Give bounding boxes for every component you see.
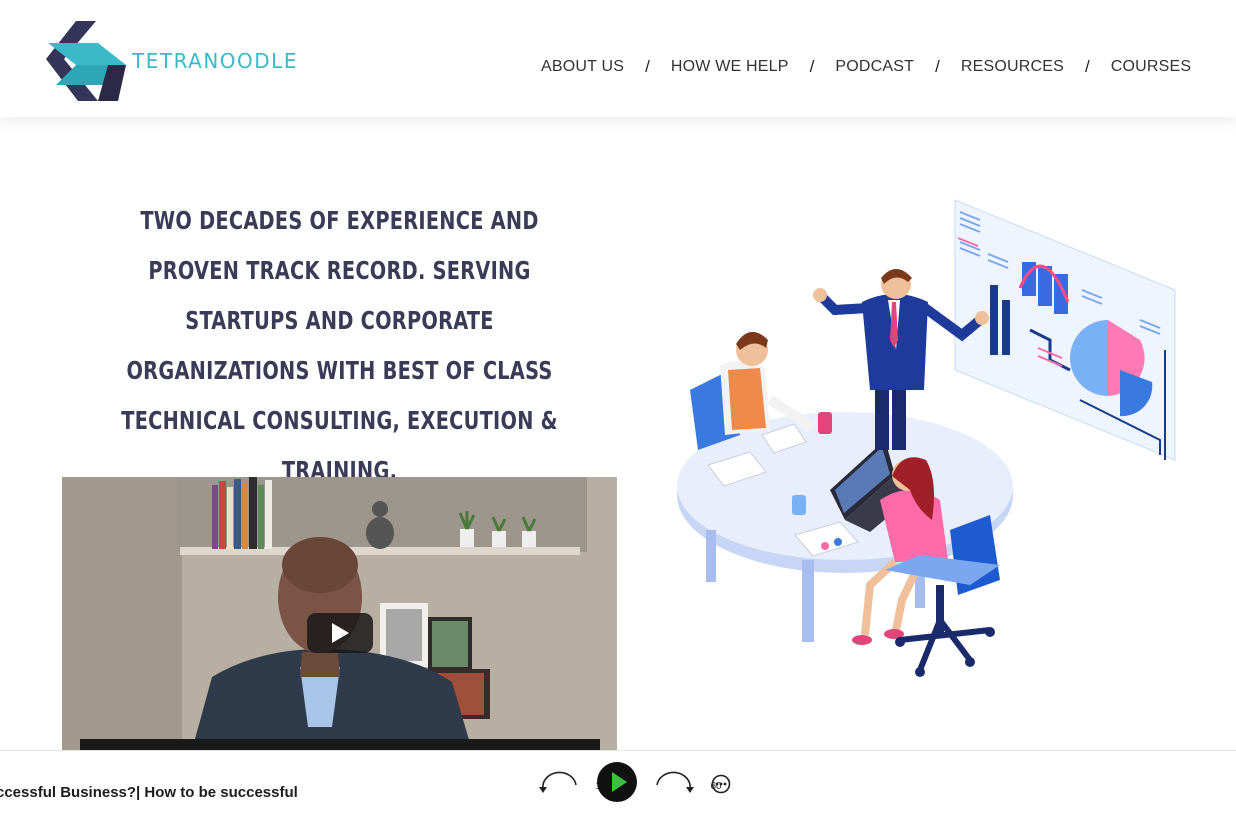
brand-name: TETRANOODLE — [132, 49, 298, 73]
nav-resources[interactable]: RESOURCES — [961, 58, 1064, 76]
nav-podcast[interactable]: PODCAST — [835, 58, 914, 76]
main-nav: ABOUT US / HOW WE HELP / PODCAST / RESOU… — [541, 57, 1191, 77]
nav-separator: / — [1084, 57, 1090, 76]
video-play-button[interactable] — [307, 613, 373, 653]
tetranoodle-logo-icon — [46, 21, 126, 101]
nav-separator: / — [645, 57, 650, 76]
forward-icon — [656, 771, 694, 793]
forward-button[interactable]: 60 — [653, 769, 722, 799]
nav-how-we-help[interactable]: HOW WE HELP — [671, 58, 789, 76]
hero-headline: Two decades of experience and proven tra… — [121, 206, 558, 485]
nav-separator: / — [935, 57, 940, 76]
nav-about-us[interactable]: ABOUT US — [541, 58, 624, 76]
rewind-button[interactable]: 15 — [538, 769, 607, 799]
youtube-play-icon — [332, 623, 349, 643]
site-logo[interactable]: TETRANOODLE — [46, 18, 316, 104]
site-header: TETRANOODLE ABOUT US / HOW WE HELP / POD… — [0, 0, 1236, 117]
team-meeting-illustration — [677, 199, 1176, 677]
podcast-player: ccessful Business?| How to be successful… — [0, 750, 1236, 814]
nav-separator: / — [809, 57, 815, 76]
more-options-icon — [711, 774, 731, 794]
nav-courses[interactable]: COURSES — [1111, 58, 1192, 76]
rewind-icon — [539, 771, 577, 793]
episode-title[interactable]: ccessful Business?| How to be successful — [0, 784, 298, 801]
intro-video[interactable] — [62, 477, 617, 750]
play-button[interactable] — [597, 762, 637, 802]
more-options-button[interactable] — [711, 774, 731, 794]
play-icon — [597, 762, 637, 802]
